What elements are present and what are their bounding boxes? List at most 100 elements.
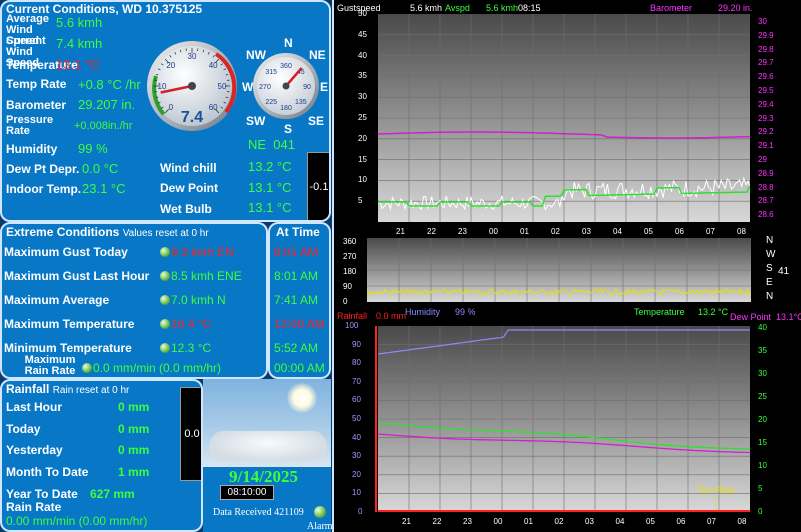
temp-x-tick-8: 05: [646, 517, 655, 526]
compass-w: W: [242, 80, 254, 94]
wind-left-tick-0: 50: [358, 9, 367, 18]
extreme-led-icon-0[interactable]: [160, 247, 170, 257]
temp-x-tick-9: 06: [676, 517, 686, 526]
rainfall-title-text: Rainfall: [6, 382, 50, 396]
wind-chill-label: Wind chill: [160, 161, 217, 175]
extreme-value-0: 9.3 kmh EN: [171, 246, 234, 259]
wind-x-tick-0: 21: [396, 227, 405, 236]
wind-x-tick-6: 03: [582, 227, 591, 236]
dew-depr-label: Dew Pt Depr.: [6, 162, 80, 176]
wind-right-tick-10: 29: [758, 155, 767, 164]
extreme-value-3: 16.4 °C: [171, 318, 212, 331]
extreme-label-1: Maximum Gust Last Hour: [4, 269, 150, 283]
extreme-led-icon-5[interactable]: [82, 363, 92, 373]
extreme-value-5: 0.0 mm/min (0.0 mm/hr): [93, 361, 222, 375]
wind-right-tick-8: 29.2: [758, 127, 774, 137]
extreme-time-2: 7:41 AM: [274, 293, 319, 307]
gauge-tick-0: 0: [169, 103, 174, 112]
wind-x-tick-4: 01: [520, 227, 529, 236]
dir-compass-4: N: [766, 291, 774, 302]
dir-compass-1: W: [766, 249, 776, 260]
rainfall-subtitle: Rain reset at 0 hr: [52, 385, 130, 396]
temp-x-tick-5: 02: [554, 517, 564, 526]
temp-left-tick-7: 30: [352, 451, 361, 461]
temp-left-tick-8: 20: [352, 469, 361, 479]
extreme-led-icon-2[interactable]: [160, 295, 170, 305]
rain-label-1: Today: [6, 422, 41, 436]
extreme-value-4: 12.3 °C: [171, 342, 212, 355]
at-time-panel: At Time 8:01 AM 8:01 AM 7:41 AM 12:00 AM 5:5…: [268, 222, 331, 379]
wet-bulb-label: Wet Bulb: [160, 202, 212, 216]
wind-right-tick-1: 29.9: [758, 30, 774, 40]
rainfall-graph-value: 0.0 mm: [376, 311, 407, 321]
temp-right-tick-4: 20: [758, 415, 767, 424]
humidity-label: Humidity: [6, 142, 58, 156]
avg-speed-label: Avspd: [445, 3, 470, 13]
extreme-value-2: 7.0 kmh N: [171, 294, 226, 307]
temp-left-tick-4: 60: [352, 395, 361, 405]
dew-point-label: Dew Point: [160, 181, 219, 195]
dew-point-value: 13.1 °C: [248, 180, 292, 195]
wind-chill-value: 13.2 °C: [248, 159, 292, 174]
temp-right-tick-6: 10: [758, 461, 767, 470]
compass-s: S: [284, 122, 293, 136]
temp-x-tick-2: 23: [463, 517, 472, 526]
current-conditions-panel: Current Conditions, WD 10.375125 Average…: [0, 0, 331, 222]
sun-icon: [287, 383, 317, 413]
alarm-led-icon[interactable]: [314, 506, 326, 518]
indoor-temp-label: Indoor Temp.: [6, 182, 82, 196]
extreme-led-icon-4[interactable]: [160, 343, 170, 353]
dir-compass-3: E: [766, 277, 773, 288]
temp-x-tick-10: 07: [707, 517, 716, 526]
extreme-title-text: Extreme Conditions: [6, 225, 120, 239]
alarm-label: Alarm: [307, 521, 333, 532]
dir-tick-0: 360: [343, 237, 357, 246]
dir-tick-3: 90: [343, 282, 352, 291]
compass-ne: NE: [309, 48, 326, 62]
extreme-time-3: 12:00 AM: [274, 317, 325, 331]
wind-left-tick-8: 10: [358, 175, 367, 185]
wind-right-tick-12: 28.8: [758, 182, 774, 192]
rain-box-value: 0.0: [184, 428, 200, 440]
rain-value-0: 0 mm: [118, 400, 150, 414]
data-received-label: Data Received 421109: [213, 507, 304, 518]
extreme-led-icon-1[interactable]: [160, 271, 170, 281]
avg-speed-value: 5.6 kmh: [486, 3, 519, 13]
graph-time: 08:15: [518, 3, 541, 13]
temp-left-tick-1: 90: [352, 339, 361, 349]
temp-humidity-graph: [378, 326, 750, 512]
barometer-graph-value: 29.20 in.: [718, 3, 753, 13]
wind-left-tick-2: 40: [358, 50, 367, 60]
direction-value: 41: [778, 266, 790, 277]
wind-direction-readout: NE 041: [248, 137, 295, 152]
cloud-icon: [209, 431, 327, 461]
temp-left-tick-0: 100: [345, 321, 359, 330]
temp-right-tick-5: 15: [758, 438, 767, 447]
compass-tick-6: 270: [259, 84, 271, 91]
wind-left-tick-9: 5: [358, 196, 363, 206]
side-value-box: -0.1: [307, 152, 329, 220]
temp-left-tick-10: 0: [358, 507, 363, 516]
extreme-led-icon-3[interactable]: [160, 319, 170, 329]
extreme-title: Extreme Conditions Values reset at 0 hr: [6, 225, 209, 239]
temp-x-tick-11: 08: [737, 517, 747, 526]
gauge-tick-5: 50: [218, 82, 227, 91]
wind-right-tick-11: 28.9: [758, 168, 774, 178]
barometer-graph-label: Barometer: [650, 3, 693, 13]
gust-value: 5.6 kmh: [410, 3, 443, 13]
rain-value-3: 1 mm: [118, 465, 150, 479]
rainfall-panel: Rainfall Rain reset at 0 hr Last Hour 0 m…: [0, 379, 203, 532]
dir-compass-0: N: [766, 235, 774, 246]
extreme-time-0: 8:01 AM: [274, 245, 319, 259]
dew-depr-value: 0.0 °C: [82, 161, 119, 176]
current-wind-value: 7.4 kmh: [56, 36, 103, 51]
temp-x-tick-1: 22: [432, 517, 442, 526]
rain-label-4: Year To Date: [6, 487, 78, 501]
extreme-label-0: Maximum Gust Today: [4, 245, 128, 259]
temp-x-tick-3: 00: [493, 517, 503, 526]
wind-x-tick-3: 00: [489, 227, 498, 236]
rain-value-4: 627 mm: [90, 487, 135, 501]
temp-left-tick-9: 10: [352, 488, 361, 498]
temp-x-tick-4: 01: [524, 517, 533, 526]
pressure-rate-label: Pressure Rate: [6, 114, 54, 137]
